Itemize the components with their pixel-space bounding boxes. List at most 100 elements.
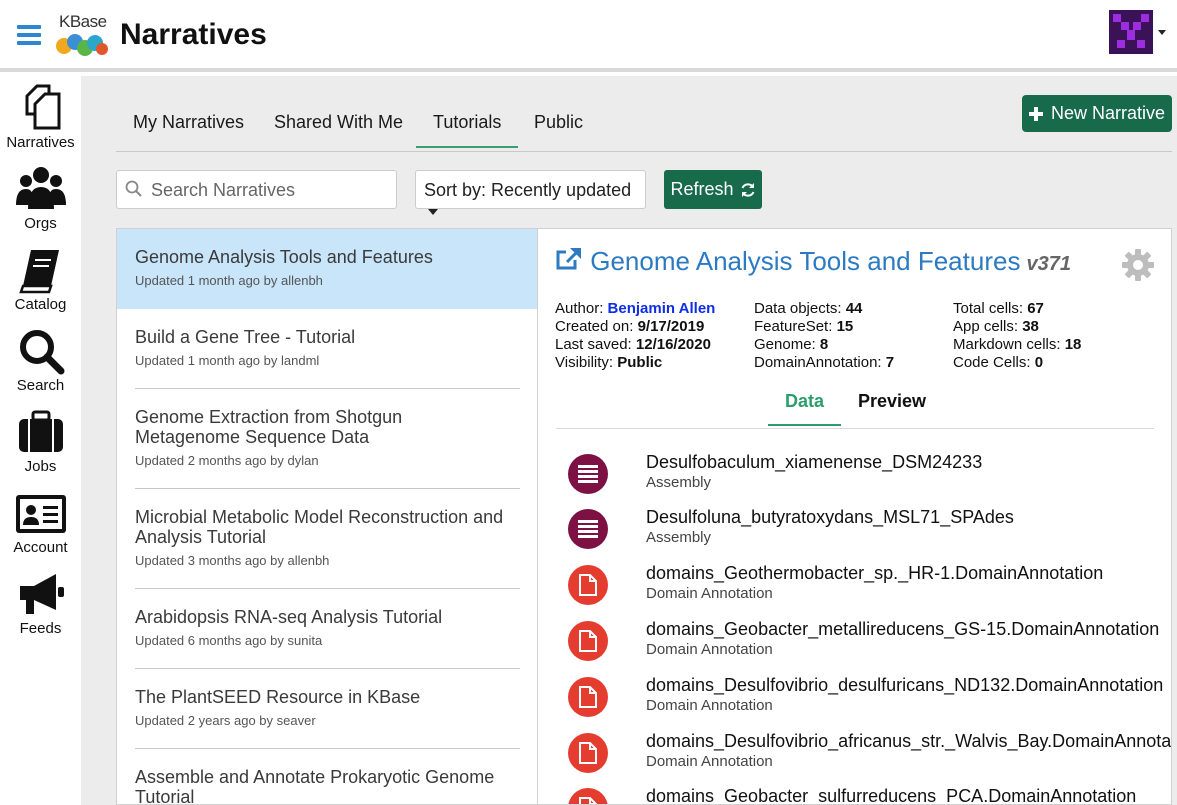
assembly-icon (568, 454, 608, 494)
data-object-name: domains_Geobacter_sulfurreducens_PCA.Dom… (646, 786, 1137, 805)
search-icon (19, 330, 64, 375)
narrative-meta-column-2: Data objects: 44 FeatureSet: 15 Genome: … (754, 300, 895, 371)
narrative-title: Microbial Metabolic Model Reconstruction… (135, 507, 504, 547)
data-object-row[interactable]: domains_Desulfovibrio_desulfuricans_ND13… (568, 675, 1171, 731)
data-object-type: Domain Annotation (646, 697, 773, 714)
refresh-icon (741, 182, 754, 197)
feeds-icon (19, 574, 64, 614)
account-icon (15, 495, 66, 533)
assembly-icon (568, 509, 608, 549)
narrative-title: The PlantSEED Resource in KBase (135, 687, 421, 707)
data-object-name: Desulfobaculum_xiamenense_DSM24233 (646, 452, 983, 472)
jobs-icon (18, 410, 63, 452)
data-object-type: Domain Annotation (646, 753, 773, 770)
narrative-meta-column-1: Author: Benjamin Allen Created on: 9/17/… (555, 300, 716, 371)
tab-shared-with-me[interactable]: Shared With Me (274, 112, 403, 133)
search-narratives-field[interactable] (116, 170, 397, 209)
kbase-logo[interactable]: KBase (55, 12, 109, 58)
data-object-name: domains_Geothermobacter_sp._HR-1.DomainA… (646, 563, 1104, 583)
kbase-logo-icon (56, 34, 108, 56)
refresh-label: Refresh (670, 179, 734, 199)
gear-icon[interactable] (1122, 249, 1154, 281)
sidebar-item-jobs[interactable]: Jobs (0, 408, 81, 489)
narrative-title: Arabidopsis RNA-seq Analysis Tutorial (135, 607, 443, 627)
narrative-title: Genome Extraction from Shotgun Metagenom… (135, 407, 403, 447)
user-avatar-icon[interactable] (1109, 10, 1153, 54)
tab-preview[interactable]: Preview (858, 391, 926, 412)
data-object-row[interactable]: domains_Geothermobacter_sp._HR-1.DomainA… (568, 563, 1171, 619)
main-content: My Narratives Shared With Me Tutorials P… (81, 76, 1177, 805)
narrative-title: Assemble and Annotate Prokaryotic Genome… (135, 767, 495, 805)
domain-annotation-icon (568, 733, 608, 773)
avatar-dropdown-caret-icon[interactable] (1158, 30, 1166, 35)
sort-dropdown[interactable]: Sort by: Recently updated (415, 170, 646, 216)
narrative-list-item[interactable]: The PlantSEED Resource in KBase Updated … (117, 669, 537, 749)
narrative-list-item[interactable]: Assemble and Annotate Prokaryotic Genome… (117, 749, 537, 805)
domain-annotation-icon (568, 621, 608, 661)
narrative-list-item[interactable]: Arabidopsis RNA-seq Analysis Tutorial Up… (117, 589, 537, 669)
narrative-meta: Updated 3 months ago by allenbh (135, 553, 330, 568)
data-object-type: Domain Annotation (646, 585, 773, 602)
search-icon (125, 180, 142, 197)
narratives-icon (25, 84, 60, 130)
chevron-down-icon (428, 209, 438, 216)
narrative-meta: Updated 1 month ago by allenbh (135, 273, 323, 288)
data-object-name: domains_Geobacter_metallireducens_GS-15.… (646, 619, 1160, 639)
new-narrative-button[interactable]: New Narrative (1022, 95, 1172, 132)
sidebar-item-narratives[interactable]: Narratives (0, 84, 81, 165)
domain-annotation-icon (568, 677, 608, 717)
data-object-row[interactable]: Desulfobaculum_xiamenense_DSM24233 Assem… (568, 452, 1171, 508)
data-object-type: Assembly (646, 474, 712, 491)
narrative-meta: Updated 2 months ago by dylan (135, 453, 319, 468)
data-object-type: Assembly (646, 529, 712, 546)
data-object-type: Domain Annotation (646, 641, 773, 658)
narrative-tabs: My Narratives Shared With Me Tutorials P… (116, 96, 1172, 152)
sort-label: Sort by: Recently updated (424, 180, 632, 200)
data-object-row[interactable]: domains_Geobacter_metallireducens_GS-15.… (568, 619, 1171, 675)
new-narrative-label: New Narrative (1050, 103, 1166, 123)
tab-tutorials[interactable]: Tutorials (416, 112, 519, 148)
data-object-name: domains_Desulfovibrio_desulfuricans_ND13… (646, 675, 1164, 695)
sidebar-item-catalog[interactable]: Catalog (0, 246, 81, 327)
plus-icon (1028, 106, 1043, 121)
data-object-row[interactable]: Desulfoluna_butyratoxydans_MSL71_SPAdes … (568, 507, 1171, 563)
catalog-icon (18, 250, 59, 294)
sidebar-item-account[interactable]: Account (0, 489, 81, 570)
sidebar-item-feeds[interactable]: Feeds (0, 570, 81, 651)
detail-tabs: Data Preview (556, 381, 1154, 429)
tab-public[interactable]: Public (534, 112, 583, 133)
domain-annotation-icon (568, 788, 608, 804)
tab-my-narratives[interactable]: My Narratives (133, 112, 244, 133)
search-input[interactable] (151, 180, 391, 201)
refresh-button[interactable]: Refresh (664, 170, 762, 209)
tab-data[interactable]: Data (768, 391, 842, 426)
data-object-name: domains_Desulfovibrio_africanus_str._Wal… (646, 731, 1172, 751)
sidebar: Narratives Orgs Catalog Search Jobs Acco… (0, 76, 81, 805)
sidebar-item-orgs[interactable]: Orgs (0, 165, 81, 246)
narrative-title: Build a Gene Tree - Tutorial (135, 327, 356, 347)
narrative-list-item[interactable]: Genome Extraction from Shotgun Metagenom… (117, 389, 537, 489)
data-object-row[interactable]: domains_Geobacter_sulfurreducens_PCA.Dom… (568, 786, 1171, 805)
narrative-list-item[interactable]: Build a Gene Tree - Tutorial Updated 1 m… (117, 309, 537, 389)
sidebar-item-search[interactable]: Search (0, 327, 81, 408)
narrative-meta: Updated 6 months ago by sunita (135, 633, 323, 648)
narrative-list-item[interactable]: Genome Analysis Tools and Features Updat… (117, 229, 537, 309)
hamburger-menu-icon[interactable] (17, 25, 41, 45)
external-link-icon (556, 248, 581, 270)
detail-title-link[interactable]: Genome Analysis Tools and Features v371 (555, 246, 1071, 277)
narrative-detail-panel: Genome Analysis Tools and Features v371 A… (538, 228, 1172, 805)
domain-annotation-icon (568, 565, 608, 605)
narrative-list-item[interactable]: Microbial Metabolic Model Reconstruction… (117, 489, 537, 589)
narrative-list: Genome Analysis Tools and Features Updat… (116, 228, 538, 805)
narrative-meta: Updated 2 years ago by seaver (135, 713, 316, 728)
orgs-icon (15, 167, 66, 209)
narrative-title: Genome Analysis Tools and Features (135, 247, 433, 267)
app-header: KBase Narratives (0, 0, 1177, 72)
data-object-name: Desulfoluna_butyratoxydans_MSL71_SPAdes (646, 507, 1014, 527)
author-link[interactable]: Benjamin Allen (608, 300, 716, 317)
narrative-meta-column-3: Total cells: 67 App cells: 38 Markdown c… (953, 300, 1082, 371)
detail-title: Genome Analysis Tools and Features (590, 246, 1021, 276)
data-object-row[interactable]: domains_Desulfovibrio_africanus_str._Wal… (568, 731, 1172, 787)
version-label: v371 (1026, 253, 1071, 275)
page-title: Narratives (120, 18, 267, 51)
